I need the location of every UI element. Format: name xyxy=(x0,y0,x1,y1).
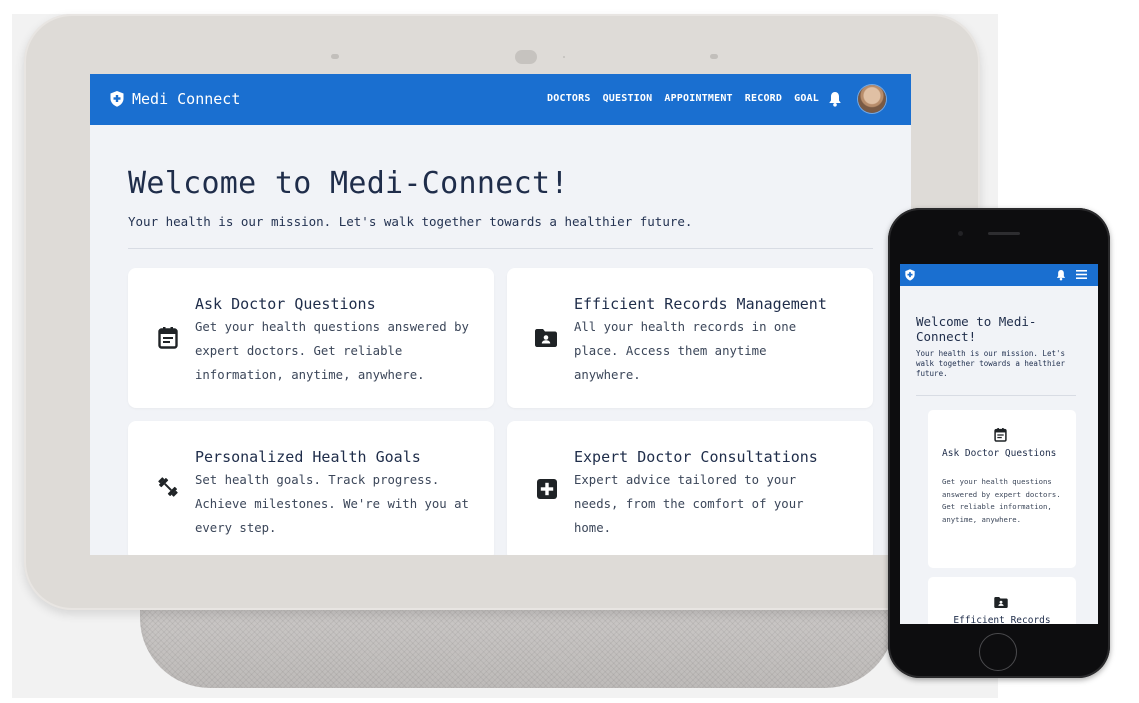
nav-link-doctors[interactable]: DOCTORS xyxy=(547,93,591,104)
dumbbell-icon xyxy=(158,477,178,497)
hamburger-menu-icon[interactable] xyxy=(1076,270,1087,279)
mobile-card-records[interactable]: Efficient Records xyxy=(928,577,1076,624)
feature-card-consultations[interactable]: Expert Doctor Consultations Expert advic… xyxy=(507,421,873,555)
nav-link-question[interactable]: QUESTION xyxy=(603,93,653,104)
bell-icon[interactable] xyxy=(828,91,842,107)
calendar-note-icon xyxy=(158,327,178,349)
card-text: Set health goals. Track progress. Achiev… xyxy=(195,473,469,535)
brand-link[interactable]: Medi Connect xyxy=(110,90,240,108)
bell-icon[interactable] xyxy=(1056,269,1066,281)
shield-plus-icon xyxy=(110,91,124,107)
card-title: Expert Doctor Consultations xyxy=(574,448,818,466)
mobile-page-title: Welcome to Medi-Connect! xyxy=(916,314,1037,344)
phone-screen: Welcome to Medi-Connect! Your health is … xyxy=(900,264,1098,624)
feature-card-ask-questions[interactable]: Ask Doctor Questions Get your health que… xyxy=(128,268,494,408)
calendar-note-icon xyxy=(994,428,1007,442)
medical-plus-icon xyxy=(537,479,557,499)
feature-card-health-goals[interactable]: Personalized Health Goals Set health goa… xyxy=(128,421,494,555)
camera-sensor xyxy=(515,50,537,64)
sensor xyxy=(710,54,718,59)
nav-link-appointment[interactable]: APPOINTMENT xyxy=(664,93,732,104)
phone-speaker xyxy=(988,232,1020,235)
card-title: Efficient Records xyxy=(953,615,1051,624)
mobile-page-subtitle: Your health is our mission. Let's walk t… xyxy=(916,349,1066,378)
shield-plus-icon[interactable] xyxy=(905,269,915,281)
brand-name: Medi Connect xyxy=(132,90,241,108)
folder-user-icon xyxy=(535,329,557,347)
card-title: Ask Doctor Questions xyxy=(195,295,376,313)
feature-card-records[interactable]: Efficient Records Management All your he… xyxy=(507,268,873,408)
sensor-dot xyxy=(563,56,565,58)
phone-home-button[interactable] xyxy=(979,633,1017,671)
avatar[interactable] xyxy=(858,85,886,113)
card-text: Expert advice tailored to your needs, fr… xyxy=(574,473,804,535)
sensor xyxy=(331,54,339,59)
card-text: Get your health questions answered by ex… xyxy=(942,477,1061,524)
folder-user-icon xyxy=(994,597,1008,608)
mobile-card-ask-questions[interactable]: Ask Doctor Questions Get your health que… xyxy=(928,410,1076,568)
card-text: All your health records in one place. Ac… xyxy=(574,320,797,382)
display-screen: Medi Connect DOCTORS QUESTION APPOINTMEN… xyxy=(90,74,911,555)
card-title: Efficient Records Management xyxy=(574,295,827,313)
divider xyxy=(128,248,873,249)
nav-link-goal[interactable]: GOAL xyxy=(794,93,819,104)
card-text: Get your health questions answered by ex… xyxy=(195,320,469,382)
hero: Welcome to Medi-Connect! Your health is … xyxy=(128,166,873,229)
page-subtitle: Your health is our mission. Let's walk t… xyxy=(128,214,693,229)
mobile-navbar xyxy=(900,264,1098,286)
phone-device: Welcome to Medi-Connect! Your health is … xyxy=(888,208,1110,678)
card-title: Personalized Health Goals xyxy=(195,448,421,466)
divider xyxy=(916,395,1076,396)
top-navbar: Medi Connect DOCTORS QUESTION APPOINTMEN… xyxy=(90,74,911,125)
nav-links: DOCTORS QUESTION APPOINTMENT RECORD GOAL xyxy=(547,93,819,104)
nav-link-record[interactable]: RECORD xyxy=(745,93,782,104)
card-title: Ask Doctor Questions xyxy=(942,448,1057,459)
page-title: Welcome to Medi-Connect! xyxy=(128,166,569,201)
phone-camera xyxy=(958,231,963,236)
